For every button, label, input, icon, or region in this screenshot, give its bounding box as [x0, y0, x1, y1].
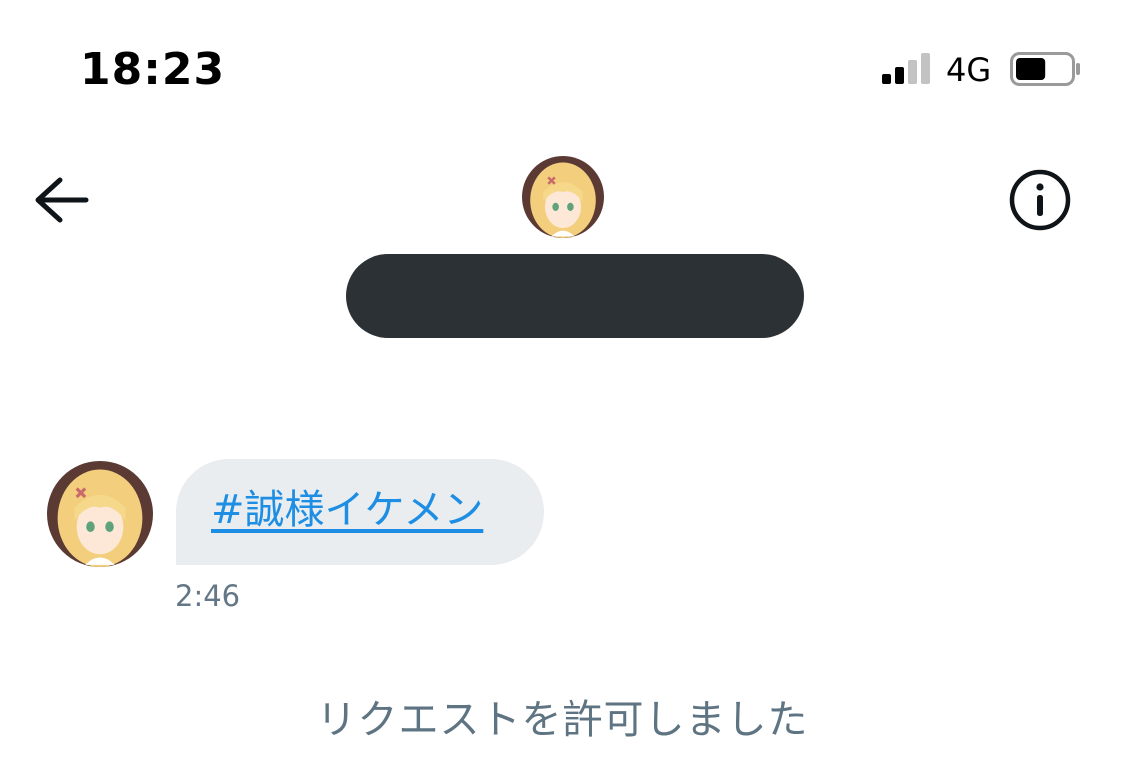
avatar-image	[522, 156, 604, 238]
battery-icon	[1010, 52, 1080, 86]
info-icon[interactable]	[1004, 168, 1076, 232]
hashtag-link[interactable]: #誠様イケメン	[211, 484, 483, 536]
status-time: 18:23	[80, 44, 226, 95]
sender-avatar[interactable]	[47, 461, 153, 567]
signal-bars-icon	[882, 53, 930, 84]
back-arrow-icon[interactable]	[32, 174, 92, 226]
avatar-image	[47, 461, 153, 567]
network-type: 4G	[946, 51, 992, 89]
system-notice: リクエストを許可しました	[316, 697, 809, 743]
avatar[interactable]	[522, 156, 604, 238]
message-timestamp: 2:46	[175, 579, 241, 613]
contact-name-redacted	[346, 254, 804, 338]
battery-level-fill	[1016, 58, 1046, 80]
